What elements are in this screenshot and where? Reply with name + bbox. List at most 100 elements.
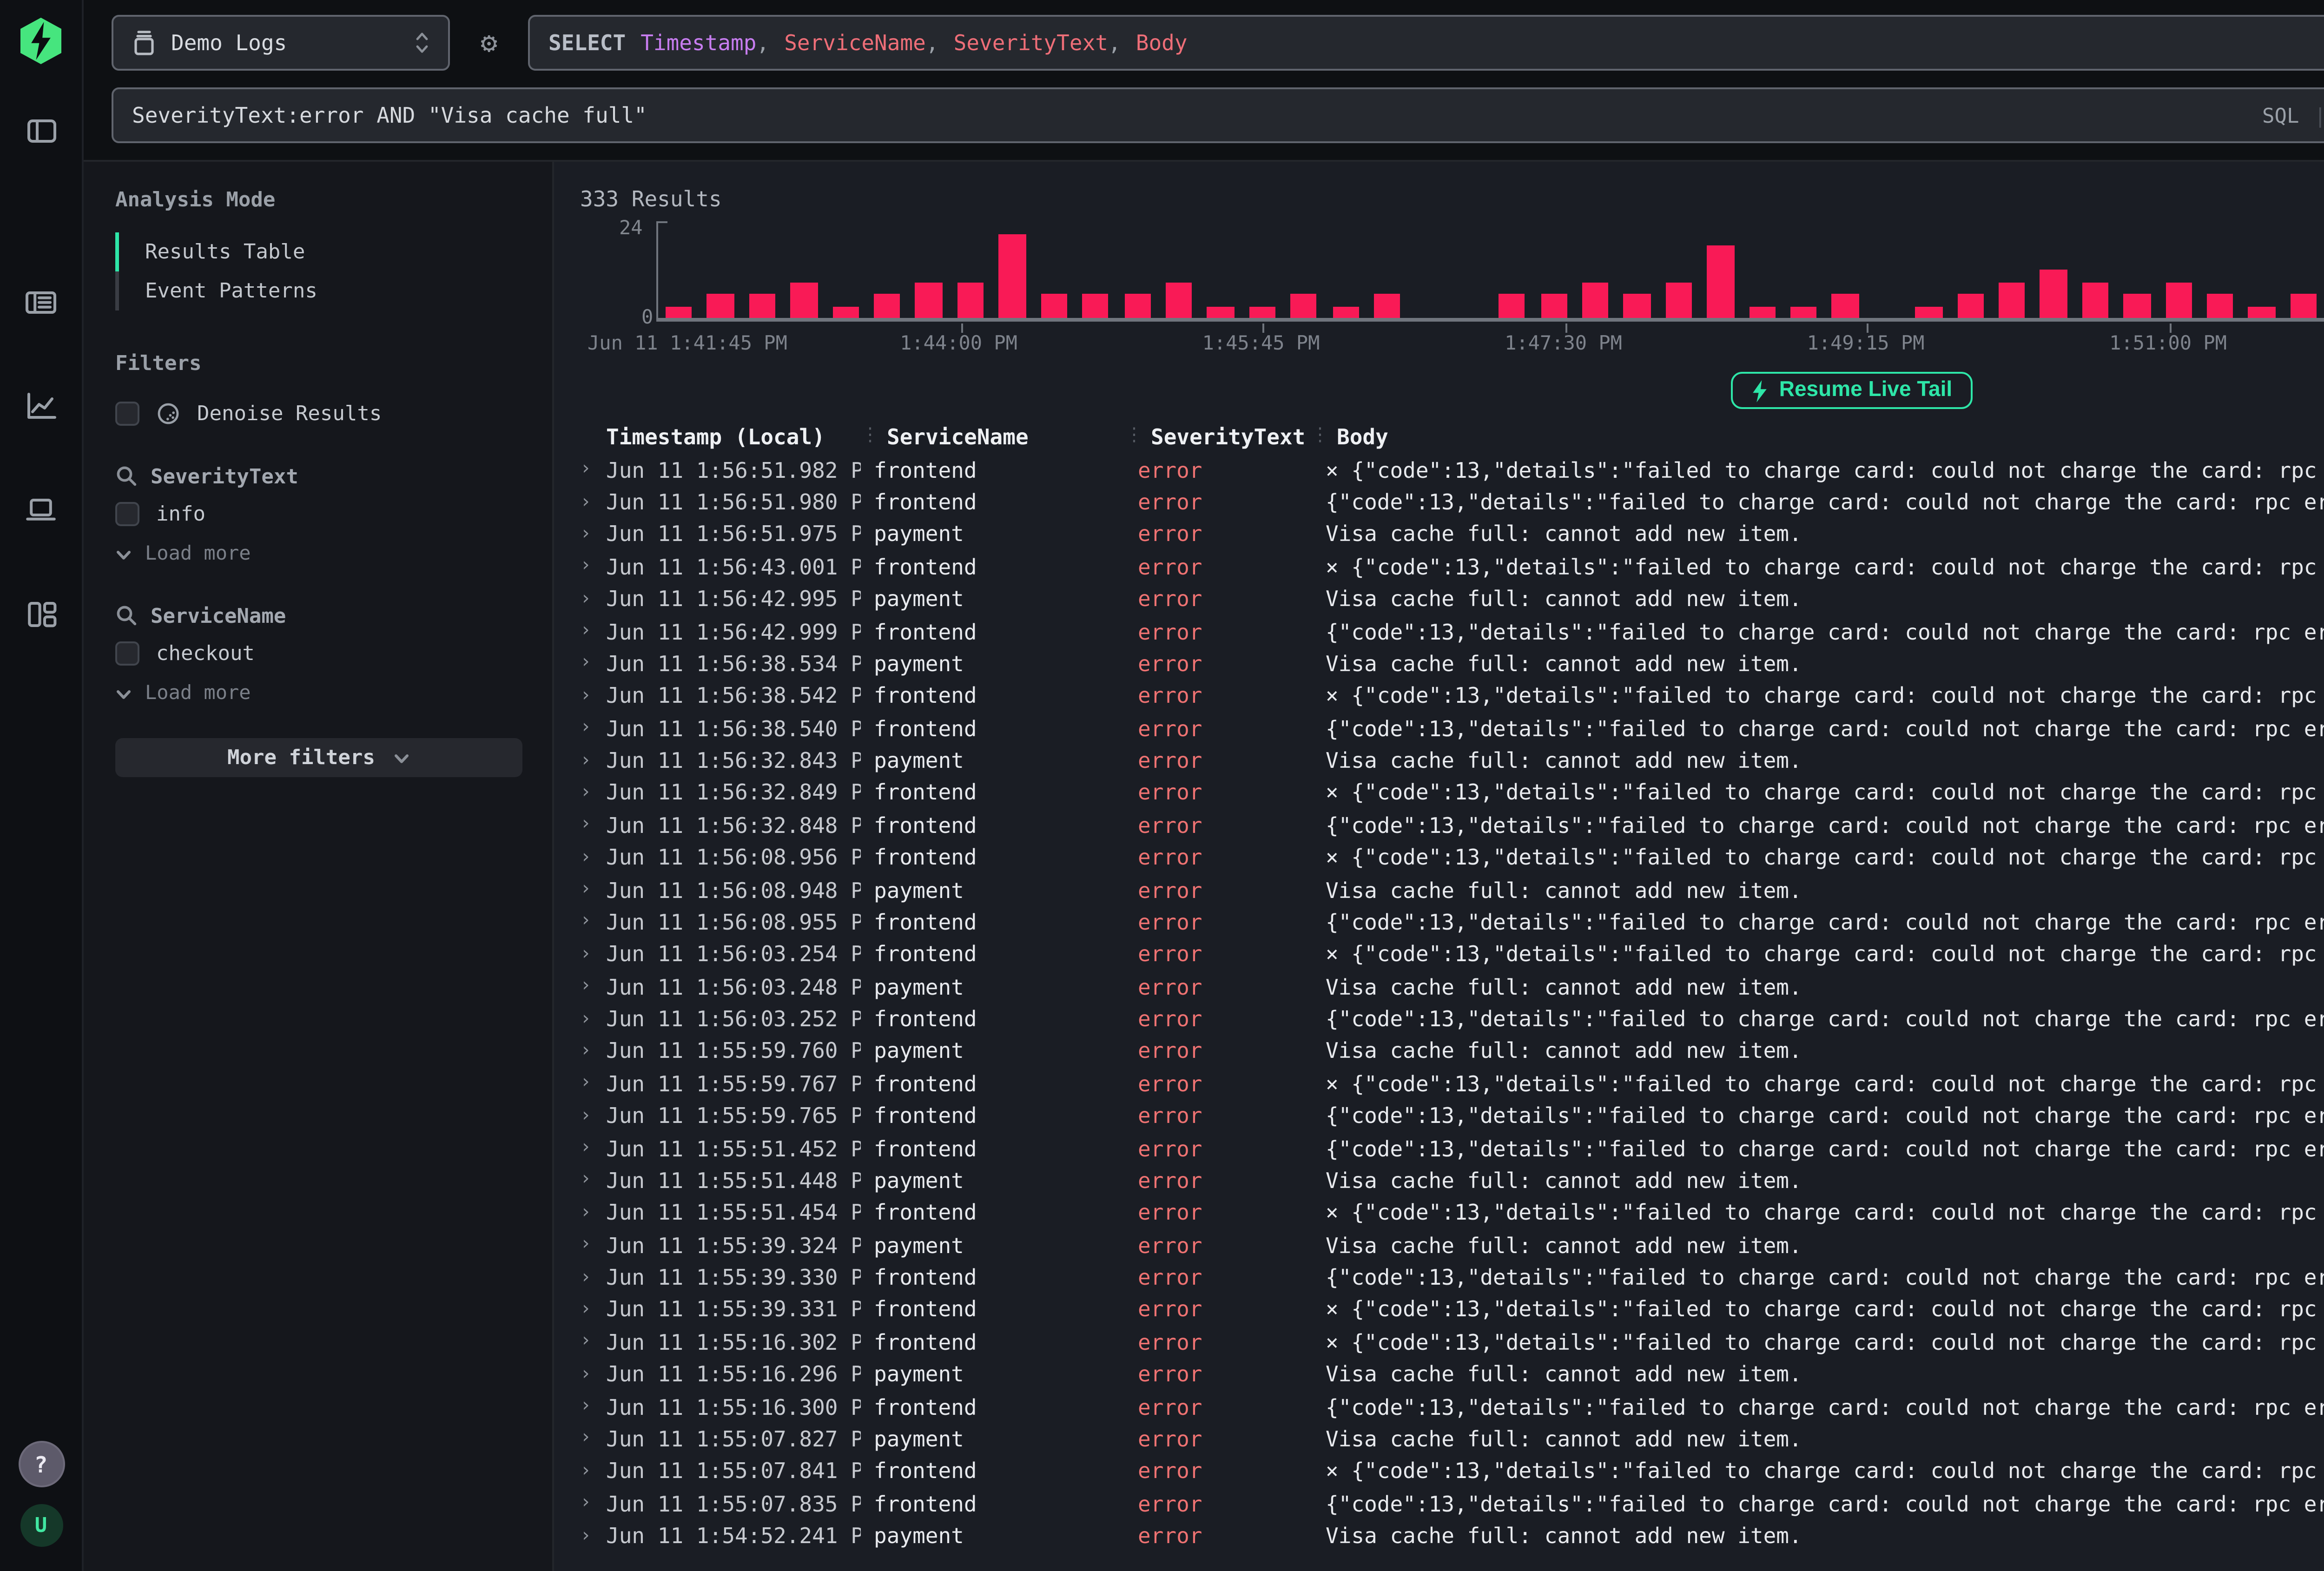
select-query-input[interactable]: SELECTTimestamp,ServiceName,SeverityText… bbox=[528, 15, 2324, 71]
log-row[interactable]: ›Jun 11 1:56:32.848 PMfrontenderror{"cod… bbox=[580, 809, 2324, 842]
mode-event-patterns[interactable]: Event Patterns bbox=[115, 271, 522, 310]
source-settings-button[interactable]: ⚙ bbox=[467, 15, 511, 71]
checkout-checkbox[interactable] bbox=[115, 640, 139, 665]
row-expand-chevron[interactable]: › bbox=[580, 1396, 606, 1417]
search-logs-icon[interactable] bbox=[13, 273, 69, 329]
row-expand-chevron[interactable]: › bbox=[580, 1493, 606, 1514]
user-avatar[interactable]: U bbox=[20, 1504, 62, 1547]
dashboards-icon[interactable] bbox=[13, 586, 69, 641]
collapse-panel-icon[interactable] bbox=[13, 102, 69, 158]
log-row[interactable]: ›Jun 11 1:56:08.955 PMfrontenderror{"cod… bbox=[580, 906, 2324, 938]
resume-live-tail-button[interactable]: Resume Live Tail bbox=[1731, 372, 1973, 409]
denoise-results-toggle[interactable]: Denoise Results bbox=[115, 396, 522, 429]
row-expand-chevron[interactable]: › bbox=[580, 783, 606, 803]
row-expand-chevron[interactable]: › bbox=[580, 1073, 606, 1094]
row-expand-chevron[interactable]: › bbox=[580, 1041, 606, 1062]
log-row[interactable]: ›Jun 11 1:56:08.948 PMpaymenterrorVisa c… bbox=[580, 874, 2324, 906]
log-row[interactable]: ›Jun 11 1:55:59.765 PMfrontenderror{"cod… bbox=[580, 1100, 2324, 1132]
filter-option-info[interactable]: info bbox=[115, 496, 522, 530]
row-expand-chevron[interactable]: › bbox=[580, 1525, 606, 1546]
row-expand-chevron[interactable]: › bbox=[580, 1235, 606, 1255]
log-row[interactable]: ›Jun 11 1:56:42.995 PMpaymenterrorVisa c… bbox=[580, 583, 2324, 615]
more-filters-button[interactable]: More filters bbox=[115, 738, 522, 777]
filter-group-severitytext[interactable]: SeverityText bbox=[115, 459, 522, 493]
log-row[interactable]: ›Jun 11 1:55:39.324 PMpaymenterrorVisa c… bbox=[580, 1229, 2324, 1261]
log-row[interactable]: ›Jun 11 1:56:51.982 PMfrontenderror× {"c… bbox=[580, 454, 2324, 486]
app-logo-icon[interactable] bbox=[17, 17, 65, 73]
row-expand-chevron[interactable]: › bbox=[580, 879, 606, 900]
log-row[interactable]: ›Jun 11 1:55:07.835 PMfrontenderror{"cod… bbox=[580, 1487, 2324, 1520]
row-expand-chevron[interactable]: › bbox=[580, 1267, 606, 1287]
log-row[interactable]: ›Jun 11 1:56:08.956 PMfrontenderror× {"c… bbox=[580, 841, 2324, 874]
log-row[interactable]: ›Jun 11 1:56:51.980 PMfrontenderror{"cod… bbox=[580, 486, 2324, 519]
column-drag-handle[interactable]: ⋮ bbox=[861, 426, 879, 446]
info-checkbox[interactable] bbox=[115, 501, 139, 525]
log-row[interactable]: ›Jun 11 1:56:03.248 PMpaymenterrorVisa c… bbox=[580, 970, 2324, 1003]
column-header-servicename[interactable]: ServiceName bbox=[887, 423, 1029, 449]
log-row[interactable]: ›Jun 11 1:56:38.540 PMfrontenderror{"cod… bbox=[580, 712, 2324, 745]
row-expand-chevron[interactable]: › bbox=[580, 1429, 606, 1449]
row-expand-chevron[interactable]: › bbox=[580, 718, 606, 739]
log-row[interactable]: ›Jun 11 1:55:59.767 PMfrontenderror× {"c… bbox=[580, 1068, 2324, 1100]
row-expand-chevron[interactable]: › bbox=[580, 492, 606, 512]
log-row[interactable]: ›Jun 11 1:56:38.542 PMfrontenderror× {"c… bbox=[580, 680, 2324, 713]
row-expand-chevron[interactable]: › bbox=[580, 815, 606, 835]
log-row[interactable]: ›Jun 11 1:55:51.448 PMpaymenterrorVisa c… bbox=[580, 1164, 2324, 1197]
log-row[interactable]: ›Jun 11 1:54:52.241 PMpaymenterrorVisa c… bbox=[580, 1520, 2324, 1552]
row-expand-chevron[interactable]: › bbox=[580, 653, 606, 674]
row-expand-chevron[interactable]: › bbox=[580, 847, 606, 868]
log-row[interactable]: ›Jun 11 1:56:32.843 PMpaymenterrorVisa c… bbox=[580, 745, 2324, 777]
log-row[interactable]: ›Jun 11 1:55:39.331 PMfrontenderror× {"c… bbox=[580, 1294, 2324, 1326]
log-row[interactable]: ›Jun 11 1:55:51.454 PMfrontenderror× {"c… bbox=[580, 1197, 2324, 1229]
log-row[interactable]: ›Jun 11 1:56:51.975 PMpaymenterrorVisa c… bbox=[580, 518, 2324, 551]
source-selector[interactable]: Demo Logs bbox=[112, 15, 450, 71]
row-expand-chevron[interactable]: › bbox=[580, 977, 606, 997]
row-expand-chevron[interactable]: › bbox=[580, 1364, 606, 1385]
row-expand-chevron[interactable]: › bbox=[580, 1138, 606, 1158]
column-header-body[interactable]: Body bbox=[1337, 423, 1388, 449]
row-expand-chevron[interactable]: › bbox=[580, 1461, 606, 1481]
row-expand-chevron[interactable]: › bbox=[580, 589, 606, 609]
log-row[interactable]: ›Jun 11 1:56:42.999 PMfrontenderror{"cod… bbox=[580, 615, 2324, 648]
log-row[interactable]: ›Jun 11 1:55:59.760 PMpaymenterrorVisa c… bbox=[580, 1035, 2324, 1068]
row-expand-chevron[interactable]: › bbox=[580, 750, 606, 771]
log-row[interactable]: ›Jun 11 1:55:07.827 PMpaymenterrorVisa c… bbox=[580, 1423, 2324, 1455]
chart-plot[interactable] bbox=[656, 221, 2324, 322]
row-expand-chevron[interactable]: › bbox=[580, 1106, 606, 1126]
row-expand-chevron[interactable]: › bbox=[580, 621, 606, 641]
log-row[interactable]: ›Jun 11 1:56:03.254 PMfrontenderror× {"c… bbox=[580, 938, 2324, 971]
chart-explorer-icon[interactable] bbox=[13, 377, 69, 433]
row-expand-chevron[interactable]: › bbox=[580, 556, 606, 577]
log-row[interactable]: ›Jun 11 1:56:43.001 PMfrontenderror× {"c… bbox=[580, 551, 2324, 583]
sql-mode-toggle[interactable]: SQL bbox=[2262, 103, 2299, 127]
log-row[interactable]: ›Jun 11 1:55:16.302 PMfrontenderror× {"c… bbox=[580, 1326, 2324, 1359]
log-row[interactable]: ›Jun 11 1:56:32.849 PMfrontenderror× {"c… bbox=[580, 777, 2324, 809]
filter-group-servicename[interactable]: ServiceName bbox=[115, 599, 522, 632]
log-row[interactable]: ›Jun 11 1:55:16.296 PMpaymenterrorVisa c… bbox=[580, 1358, 2324, 1391]
row-expand-chevron[interactable]: › bbox=[580, 1202, 606, 1223]
log-row[interactable]: ›Jun 11 1:56:03.252 PMfrontenderror{"cod… bbox=[580, 1003, 2324, 1036]
search-input[interactable]: SeverityText:error AND "Visa cache full"… bbox=[112, 87, 2324, 143]
filter-option-checkout[interactable]: checkout bbox=[115, 636, 522, 669]
load-more-servicename[interactable]: Load more bbox=[115, 679, 522, 708]
row-expand-chevron[interactable]: › bbox=[580, 944, 606, 964]
row-expand-chevron[interactable]: › bbox=[580, 686, 606, 706]
row-expand-chevron[interactable]: › bbox=[580, 912, 606, 932]
sessions-icon[interactable] bbox=[13, 482, 69, 537]
row-expand-chevron[interactable]: › bbox=[580, 460, 606, 480]
column-drag-handle[interactable]: ⋮ bbox=[1125, 426, 1143, 446]
row-expand-chevron[interactable]: › bbox=[580, 1009, 606, 1029]
log-row[interactable]: ›Jun 11 1:55:16.300 PMfrontenderror{"cod… bbox=[580, 1391, 2324, 1423]
log-row[interactable]: ›Jun 11 1:55:07.841 PMfrontenderror× {"c… bbox=[580, 1455, 2324, 1488]
log-row[interactable]: ›Jun 11 1:55:39.330 PMfrontenderror{"cod… bbox=[580, 1261, 2324, 1294]
row-expand-chevron[interactable]: › bbox=[580, 1300, 606, 1320]
log-row[interactable]: ›Jun 11 1:55:51.452 PMfrontenderror{"cod… bbox=[580, 1132, 2324, 1165]
log-row[interactable]: ›Jun 11 1:56:38.534 PMpaymenterrorVisa c… bbox=[580, 647, 2324, 680]
denoise-checkbox[interactable] bbox=[115, 401, 139, 425]
row-expand-chevron[interactable]: › bbox=[580, 1332, 606, 1352]
row-expand-chevron[interactable]: › bbox=[580, 524, 606, 545]
load-more-severitytext[interactable]: Load more bbox=[115, 539, 522, 569]
column-header-timestamp[interactable]: Timestamp (Local) bbox=[606, 423, 861, 449]
help-button[interactable]: ? bbox=[18, 1441, 64, 1487]
mode-results-table[interactable]: Results Table bbox=[115, 232, 522, 271]
